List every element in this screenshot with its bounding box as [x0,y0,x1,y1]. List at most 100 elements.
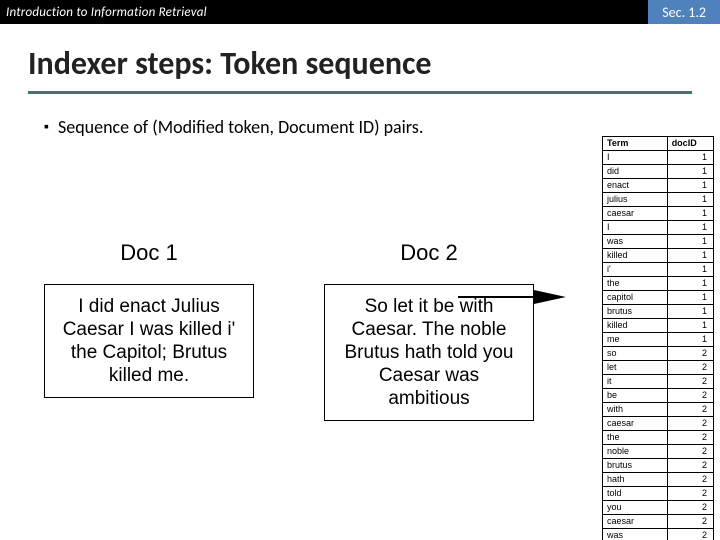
table-row: the1 [603,277,714,291]
cell-docid: 1 [667,277,713,291]
table-row: brutus1 [603,305,714,319]
cell-docid: 1 [667,291,713,305]
cell-term: brutus [603,459,668,473]
page-title: Indexer steps: Token sequence [28,44,720,83]
cell-docid: 2 [667,501,713,515]
cell-docid: 2 [667,459,713,473]
cell-docid: 1 [667,165,713,179]
docs-row: Doc 1 I did enact Julius Caesar I was ki… [44,240,534,421]
cell-docid: 2 [667,375,713,389]
cell-term: was [603,529,668,540]
table-row: caesar1 [603,207,714,221]
table-row: was2 [603,529,714,540]
cell-term: noble [603,445,668,459]
cell-docid: 2 [667,529,713,540]
th-docid: docID [667,137,713,151]
table-row: me1 [603,333,714,347]
cell-docid: 1 [667,249,713,263]
cell-term: be [603,389,668,403]
course-title: Introduction to Information Retrieval [0,5,648,20]
cell-term: told [603,487,668,501]
cell-term: hath [603,473,668,487]
cell-term: killed [603,319,668,333]
top-bar: Introduction to Information Retrieval Se… [0,0,720,24]
table-row: enact1 [603,179,714,193]
table-row: killed1 [603,249,714,263]
table-row: so2 [603,347,714,361]
cell-docid: 1 [667,207,713,221]
cell-docid: 2 [667,515,713,529]
table-row: be2 [603,389,714,403]
cell-term: let [603,361,668,375]
cell-docid: 2 [667,347,713,361]
cell-docid: 1 [667,263,713,277]
table-row: caesar2 [603,515,714,529]
cell-term: did [603,165,668,179]
table-row: was1 [603,235,714,249]
cell-term: caesar [603,515,668,529]
cell-term: I [603,151,668,165]
cell-term: the [603,431,668,445]
bullet-item: ▪ Sequence of (Modified token, Document … [0,94,720,138]
cell-term: it [603,375,668,389]
cell-term: capitol [603,291,668,305]
cell-term: brutus [603,305,668,319]
table-row: i'1 [603,263,714,277]
table-row: let2 [603,361,714,375]
doc2-box: So let it be with Caesar. The noble Brut… [324,284,534,421]
doc2-label: Doc 2 [324,240,534,266]
cell-term: the [603,277,668,291]
cell-term: with [603,403,668,417]
table-row: hath2 [603,473,714,487]
section-badge: Sec. 1.2 [648,0,720,24]
cell-term: i' [603,263,668,277]
table-row: it2 [603,375,714,389]
table-row: with2 [603,403,714,417]
cell-term: caesar [603,417,668,431]
token-table: Term docID I1did1enact1julius1caesar1I1w… [602,136,714,540]
cell-docid: 2 [667,473,713,487]
bullet-icon: ▪ [44,116,58,138]
cell-docid: 2 [667,445,713,459]
doc1-column: Doc 1 I did enact Julius Caesar I was ki… [44,240,254,421]
cell-term: caesar [603,207,668,221]
table-row: did1 [603,165,714,179]
cell-docid: 1 [667,151,713,165]
cell-docid: 2 [667,487,713,501]
cell-docid: 2 [667,403,713,417]
cell-term: killed [603,249,668,263]
table-row: noble2 [603,445,714,459]
table-row: julius1 [603,193,714,207]
cell-term: enact [603,179,668,193]
doc1-box: I did enact Julius Caesar I was killed i… [44,284,254,398]
table-row: the2 [603,431,714,445]
table-row: I1 [603,221,714,235]
cell-term: was [603,235,668,249]
cell-docid: 2 [667,431,713,445]
table-row: brutus2 [603,459,714,473]
table-row: killed1 [603,319,714,333]
slide: Introduction to Information Retrieval Se… [0,0,720,540]
cell-docid: 1 [667,193,713,207]
table-row: capitol1 [603,291,714,305]
cell-term: you [603,501,668,515]
cell-docid: 2 [667,417,713,431]
cell-docid: 1 [667,235,713,249]
cell-docid: 1 [667,221,713,235]
table-row: told2 [603,487,714,501]
doc1-label: Doc 1 [44,240,254,266]
table-header-row: Term docID [603,137,714,151]
title-wrap: Indexer steps: Token sequence [0,24,720,87]
cell-term: I [603,221,668,235]
cell-docid: 2 [667,361,713,375]
cell-docid: 1 [667,333,713,347]
cell-term: julius [603,193,668,207]
cell-docid: 1 [667,319,713,333]
cell-docid: 2 [667,389,713,403]
bullet-text: Sequence of (Modified token, Document ID… [58,116,423,138]
doc2-column: Doc 2 So let it be with Caesar. The nobl… [324,240,534,421]
token-table-wrap: Term docID I1did1enact1julius1caesar1I1w… [602,136,714,540]
table-row: I1 [603,151,714,165]
cell-term: so [603,347,668,361]
table-row: you2 [603,501,714,515]
